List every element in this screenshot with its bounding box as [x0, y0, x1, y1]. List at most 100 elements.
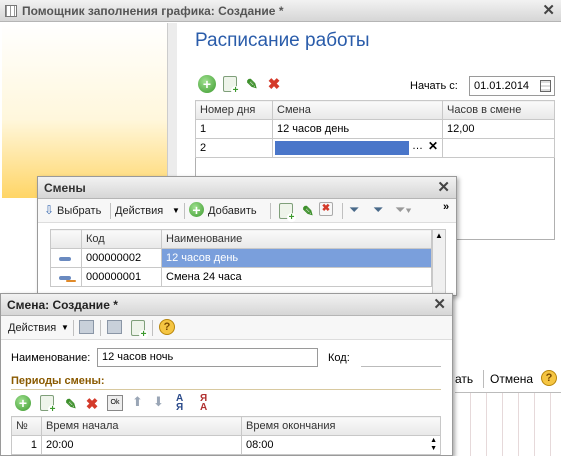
actions-menu[interactable]: Действия: [8, 319, 56, 337]
add-icon[interactable]: [189, 202, 204, 217]
edit-row-icon[interactable]: [243, 75, 261, 93]
shifts-table: Код Наименование 000000002 12 часов день…: [50, 229, 432, 287]
col-name[interactable]: Наименование: [161, 229, 432, 249]
periods-table: № Время начала Время окончания 1 20:00 0…: [11, 416, 441, 455]
cell-day[interactable]: 2: [195, 138, 273, 158]
copy-icon[interactable]: [131, 320, 148, 339]
delete-icon[interactable]: [319, 202, 333, 216]
row-icon: [50, 267, 82, 287]
end-edit-icon[interactable]: Ok: [107, 395, 123, 411]
filter-icon[interactable]: ⏷: [349, 202, 359, 218]
copy-row-icon[interactable]: [223, 76, 240, 95]
more-icon[interactable]: »: [443, 201, 449, 213]
col-start-time[interactable]: Время начала: [41, 416, 242, 436]
cell-start-time[interactable]: 20:00: [41, 435, 242, 455]
code-field[interactable]: [361, 350, 441, 367]
name-label: Наименование:: [11, 352, 91, 364]
toolbar-separator: [110, 203, 111, 219]
add-row-icon[interactable]: [198, 75, 216, 93]
start-date-label: Начать с:: [410, 80, 458, 92]
item-edit-icon: [59, 276, 71, 280]
cell-end-time-editing[interactable]: 08:00 ▲ ▼: [241, 435, 441, 455]
cell-name[interactable]: 12 часов день: [161, 248, 432, 268]
left-panel-scrollbar[interactable]: [167, 23, 177, 198]
table-row[interactable]: 000000002 12 часов день: [50, 248, 432, 268]
select-button[interactable]: Выбрать: [57, 202, 101, 220]
start-date-field[interactable]: 01.01.2014: [469, 76, 555, 96]
cell-code[interactable]: 000000002: [81, 248, 162, 268]
toolbar-separator: [100, 320, 101, 336]
table-row[interactable]: 000000001 Смена 24 часа: [50, 267, 432, 287]
help-icon[interactable]: ?: [159, 319, 175, 335]
code-label: Код:: [328, 352, 350, 364]
clear-filter-icon[interactable]: ⏷▾: [395, 202, 412, 218]
move-up-icon[interactable]: ⬆: [132, 394, 143, 410]
toolbar-separator: [342, 203, 343, 219]
time-spinner[interactable]: ▲ ▼: [430, 437, 437, 453]
clear-icon[interactable]: ✕: [428, 139, 438, 153]
select-icon[interactable]: ⇩: [44, 203, 54, 217]
filter-by-value-icon[interactable]: ⏷: [373, 202, 383, 218]
edit-period-icon[interactable]: [62, 395, 80, 413]
table-row[interactable]: 2 … ✕: [195, 138, 555, 158]
add-button[interactable]: Добавить: [208, 202, 257, 220]
main-window-close-button[interactable]: ✕: [542, 0, 555, 22]
main-window-titlebar: Помощник заполнения графика: Создание * …: [0, 0, 561, 22]
item-icon: [59, 257, 71, 261]
cell-number[interactable]: 1: [11, 435, 42, 455]
shift-create-titlebar: Смена: Создание * ✕: [1, 294, 452, 316]
sort-asc-icon[interactable]: АЯ: [176, 394, 183, 413]
shift-create-title: Смена: Создание *: [7, 298, 118, 312]
calendar-icon[interactable]: [540, 80, 551, 92]
cell-hours[interactable]: [442, 138, 555, 158]
shift-create-close-button[interactable]: ✕: [433, 294, 446, 316]
section-divider: [11, 389, 441, 390]
col-code[interactable]: Код: [81, 229, 162, 249]
cancel-button[interactable]: Отмена: [490, 372, 533, 386]
shifts-window: Смены ✕ ⇩ Выбрать Действия ▼ Добавить ⏷ …: [37, 176, 457, 296]
scroll-up-icon[interactable]: ▲: [435, 231, 443, 240]
shift-input[interactable]: [275, 141, 409, 155]
shift-create-window: Смена: Создание * ✕ Действия ▼ ? Наимено…: [0, 293, 453, 456]
select-button[interactable]: …: [412, 140, 423, 152]
main-window-title: Помощник заполнения графика: Создание *: [22, 4, 284, 18]
save-close-icon[interactable]: [79, 320, 94, 334]
sort-desc-icon[interactable]: ЯА: [200, 394, 207, 413]
name-field[interactable]: 12 часов ночь: [97, 348, 318, 367]
cell-hours[interactable]: 12,00: [442, 119, 555, 139]
col-number[interactable]: №: [11, 416, 42, 436]
shifts-window-close-button[interactable]: ✕: [437, 177, 450, 199]
move-down-icon[interactable]: ⬇: [153, 394, 164, 410]
toolbar-separator: [73, 320, 74, 336]
col-end-time[interactable]: Время окончания: [241, 416, 441, 436]
start-date-value: 01.01.2014: [474, 80, 530, 92]
col-hours[interactable]: Часов в смене: [442, 100, 555, 120]
end-time-value[interactable]: 08:00: [246, 439, 274, 451]
delete-period-icon[interactable]: [83, 395, 101, 413]
shifts-scrollbar[interactable]: ▲: [432, 229, 446, 295]
shifts-toolbar: ⇩ Выбрать Действия ▼ Добавить ⏷ ⏷ ⏷▾ »: [38, 199, 456, 223]
edit-icon[interactable]: [299, 202, 317, 220]
delete-row-icon[interactable]: [265, 75, 283, 93]
cell-shift[interactable]: 12 часов день: [272, 119, 443, 139]
copy-period-icon[interactable]: [40, 395, 57, 414]
save-icon[interactable]: [107, 320, 122, 334]
schedule-table: Номер дня Смена Часов в смене 1 12 часов…: [195, 100, 555, 158]
cell-code[interactable]: 000000001: [81, 267, 162, 287]
background-calendar-grid: [455, 392, 561, 456]
col-day-number[interactable]: Номер дня: [195, 100, 273, 120]
table-row[interactable]: 1 20:00 08:00 ▲ ▼: [11, 435, 441, 455]
left-decor-panel: [2, 23, 167, 198]
cell-shift-editing[interactable]: … ✕: [272, 138, 443, 158]
help-icon[interactable]: ?: [541, 370, 557, 386]
col-shift[interactable]: Смена: [272, 100, 443, 120]
cell-name[interactable]: Смена 24 часа: [161, 267, 432, 287]
actions-menu[interactable]: Действия: [115, 202, 163, 220]
table-row[interactable]: 1 12 часов день 12,00: [195, 119, 555, 139]
copy-icon[interactable]: [279, 203, 296, 222]
toolbar-separator: [270, 203, 271, 219]
page-title: Расписание работы: [195, 30, 370, 51]
add-period-icon[interactable]: [15, 395, 31, 411]
ok-button-partial[interactable]: ать: [455, 372, 473, 386]
cell-day[interactable]: 1: [195, 119, 273, 139]
